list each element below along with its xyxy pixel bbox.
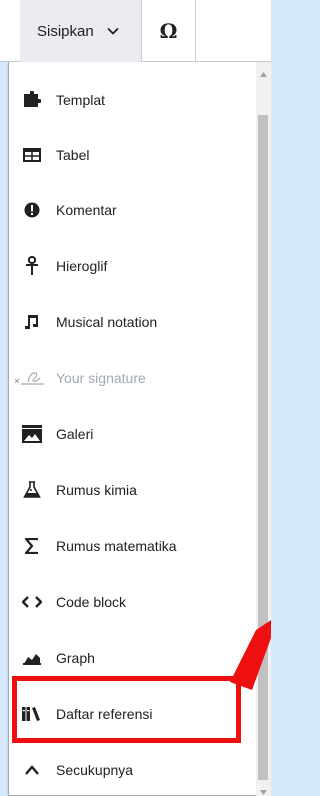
menu-item-templat[interactable]: Templat — [9, 80, 257, 120]
omega-icon: Ω — [159, 19, 178, 43]
scroll-down-icon[interactable] — [259, 784, 268, 795]
menu-item-graph[interactable]: Graph — [9, 638, 257, 678]
alert-icon — [21, 199, 43, 221]
menu-item-label: Rumus matematika — [56, 538, 177, 554]
menu-item-hieroglif[interactable]: Hieroglif — [9, 246, 257, 286]
gallery-icon — [21, 423, 43, 445]
special-characters-button[interactable]: Ω — [142, 0, 196, 62]
sigma-icon — [21, 535, 43, 557]
scrollbar-thumb[interactable] — [258, 115, 268, 780]
signature-icon — [13, 367, 47, 389]
menu-item-rumus-matematika[interactable]: Rumus matematika — [9, 526, 257, 566]
graph-icon — [21, 647, 43, 669]
references-icon — [21, 703, 43, 725]
menu-item-musical-notation[interactable]: Musical notation — [9, 302, 257, 342]
menu-item-label: Galeri — [56, 426, 94, 442]
scroll-up-icon[interactable] — [259, 66, 268, 77]
menu-item-code-block[interactable]: Code block — [9, 582, 257, 622]
menu-item-label: Rumus kimia — [56, 482, 137, 498]
puzzle-icon — [21, 89, 43, 111]
menu-item-label: Tabel — [56, 147, 90, 163]
menu-item-label: Your signature — [56, 370, 146, 386]
menu-item-rumus-kimia[interactable]: Rumus kimia — [9, 470, 257, 510]
chevron-up-icon — [21, 759, 43, 781]
insert-menu-label: Sisipkan — [37, 22, 94, 40]
music-note-icon — [21, 311, 43, 333]
menu-item-galeri[interactable]: Galeri — [9, 414, 257, 454]
insert-dropdown-menu: Templat Tabel Komentar Hieroglif Musical… — [8, 62, 263, 796]
menu-item-label: Hieroglif — [56, 258, 108, 274]
menu-item-label: Code block — [56, 594, 127, 610]
editor-toolbar: Sisipkan Ω — [0, 0, 271, 62]
insert-menu-button[interactable]: Sisipkan — [20, 0, 142, 62]
menu-item-secukupnya[interactable]: Secukupnya — [9, 750, 257, 790]
hieroglyph-icon — [21, 255, 43, 277]
code-icon — [21, 591, 43, 613]
table-icon — [21, 144, 43, 166]
menu-item-tabel[interactable]: Tabel — [9, 135, 257, 175]
chevron-down-icon — [106, 24, 120, 38]
menu-item-label: Komentar — [56, 202, 117, 218]
menu-item-komentar[interactable]: Komentar — [9, 190, 257, 230]
menu-item-label: Musical notation — [56, 314, 158, 330]
menu-item-your-signature: Your signature — [9, 358, 257, 398]
flask-icon — [21, 479, 43, 501]
menu-item-label: Daftar referensi — [56, 706, 153, 722]
menu-item-daftar-referensi[interactable]: Daftar referensi — [9, 694, 257, 734]
menu-item-label: Secukupnya — [56, 762, 134, 778]
menu-item-label: Templat — [56, 92, 106, 108]
menu-item-label: Graph — [56, 650, 95, 666]
